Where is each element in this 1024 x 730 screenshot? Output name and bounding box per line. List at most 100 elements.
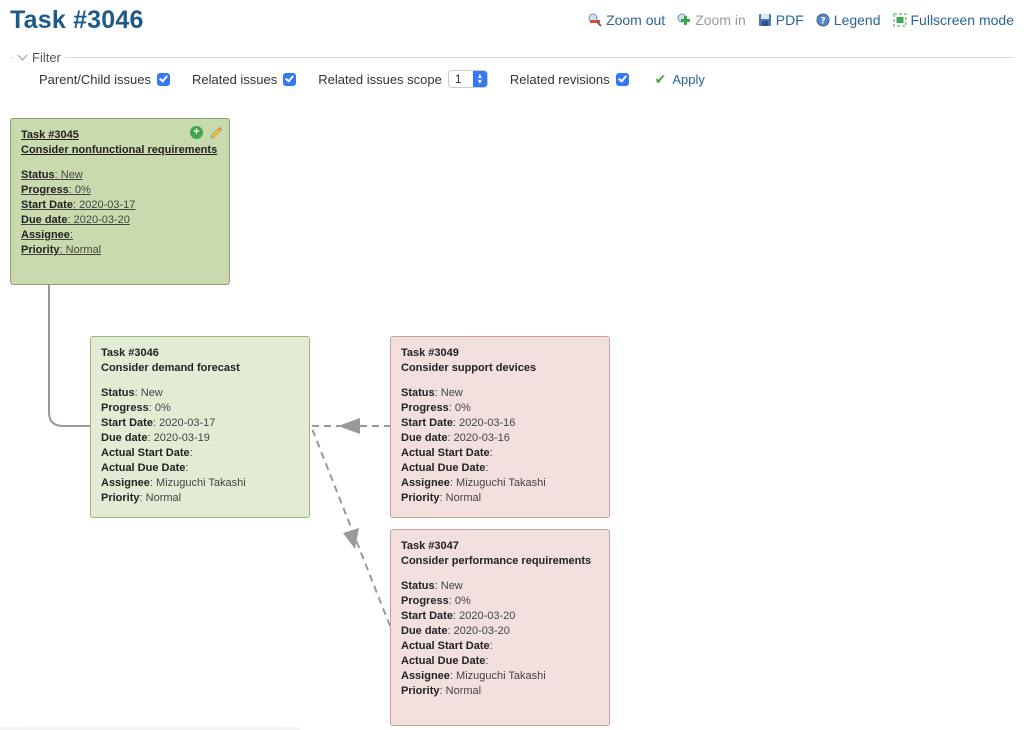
apply-label: Apply xyxy=(672,71,705,87)
node-status: Status: New xyxy=(401,580,463,592)
chevron-down-icon xyxy=(17,50,28,61)
related-issues-label: Related issues xyxy=(192,71,278,87)
issue-node-3045[interactable]: + Task #3045 Consider nonfunctional requ… xyxy=(10,118,230,285)
status-label: Status xyxy=(401,387,435,399)
svg-text:?: ? xyxy=(820,17,825,27)
zoom-out-icon xyxy=(588,13,602,27)
actual-start-label: Actual Start Date xyxy=(401,447,490,459)
start-date-value: 2020-03-17 xyxy=(79,199,136,211)
add-icon[interactable]: + xyxy=(190,126,203,139)
progress-label: Progress xyxy=(401,595,449,607)
due-date-label: Due date xyxy=(101,432,148,444)
node-assignee: Assignee: Mizuguchi Takashi xyxy=(401,477,546,489)
node-subject: Consider performance requirements xyxy=(401,555,592,567)
scope-select[interactable]: 1 ▴ ▾ xyxy=(447,70,488,88)
zoom-in-button[interactable]: Zoom in xyxy=(677,12,746,28)
fullscreen-button[interactable]: Fullscreen mode xyxy=(893,12,1015,28)
node-start-date: Start Date: 2020-03-20 xyxy=(401,610,516,622)
node-id: Task #3049 xyxy=(401,347,459,359)
start-date-label: Start Date xyxy=(401,610,453,622)
revisions-checkbox[interactable] xyxy=(615,72,629,86)
pdf-button[interactable]: PDF xyxy=(758,12,804,28)
due-date-label: Due date xyxy=(401,432,448,444)
progress-value: 0% xyxy=(454,595,471,607)
node-start-date: Start Date: 2020-03-17 xyxy=(101,417,216,429)
node-priority: Priority: Normal xyxy=(401,492,482,504)
select-arrows-icon: ▴ ▾ xyxy=(472,71,487,87)
node-due-date: Due date: 2020-03-20 xyxy=(21,214,130,226)
node-status: Status: New xyxy=(101,387,163,399)
scope-label: Related issues scope xyxy=(318,71,442,87)
due-date-value: 2020-03-20 xyxy=(73,214,130,226)
toolbar: Zoom out Zoom in PDF ? Legend Fullscreen… xyxy=(588,12,1014,28)
node-subject[interactable]: Consider nonfunctional requirements xyxy=(21,143,219,158)
node-progress: Progress: 0% xyxy=(101,402,171,414)
node-priority: Priority: Normal xyxy=(401,685,482,697)
zoom-out-button[interactable]: Zoom out xyxy=(588,12,665,28)
issue-node-3049[interactable]: Task #3049 Consider support devices Stat… xyxy=(390,336,610,518)
actual-start-label: Actual Start Date xyxy=(101,447,190,459)
legend-label: Legend xyxy=(833,12,881,28)
progress-value: 0% xyxy=(454,402,471,414)
legend-button[interactable]: ? Legend xyxy=(816,12,881,28)
node-subject: Consider support devices xyxy=(401,362,537,374)
page-title: Task #3046 xyxy=(10,6,144,34)
filter-header: Filter xyxy=(10,50,1014,65)
edge-arrow-3047 xyxy=(343,528,359,549)
related-issues-checkbox[interactable] xyxy=(283,72,297,86)
priority-value: Normal xyxy=(145,492,182,504)
node-progress: Progress: 0% xyxy=(21,184,91,196)
node-assignee: Assignee: Mizuguchi Takashi xyxy=(401,670,546,682)
progress-value: 0% xyxy=(74,184,91,196)
start-date-value: 2020-03-20 xyxy=(459,610,516,622)
actual-start-label: Actual Start Date xyxy=(401,640,490,652)
assignee-label: Assignee xyxy=(401,670,450,682)
start-date-value: 2020-03-16 xyxy=(459,417,516,429)
apply-button[interactable]: ✔ Apply xyxy=(655,71,705,88)
parent-child-checkbox[interactable] xyxy=(157,72,170,86)
filter-legend-label: Filter xyxy=(32,50,61,65)
parent-child-option: Parent/Child issues xyxy=(39,72,170,87)
pencil-icon[interactable] xyxy=(209,126,223,140)
fullscreen-label: Fullscreen mode xyxy=(910,12,1015,28)
issue-node-3047[interactable]: Task #3047 Consider performance requirem… xyxy=(390,529,610,726)
actual-due-label: Actual Due Date xyxy=(401,462,486,474)
due-date-label: Due date xyxy=(21,214,68,226)
node-id: Task #3046 xyxy=(101,347,159,359)
due-date-value: 2020-03-19 xyxy=(153,432,210,444)
scope-value: 1 xyxy=(454,72,462,86)
zoom-out-label: Zoom out xyxy=(606,12,666,28)
assignee-label: Assignee xyxy=(401,477,450,489)
edge-related-3047 xyxy=(310,425,391,627)
revisions-option: Related revisions xyxy=(510,72,629,87)
node-start-date: Start Date: 2020-03-16 xyxy=(401,417,516,429)
node-due-date: Due date: 2020-03-19 xyxy=(101,432,210,444)
progress-value: 0% xyxy=(154,402,171,414)
assignee-value: Mizuguchi Takashi xyxy=(456,670,546,682)
node-actual-start: Actual Start Date: xyxy=(101,447,193,459)
assignee-label: Assignee xyxy=(21,229,70,241)
node-progress: Progress: 0% xyxy=(401,595,471,607)
start-date-label: Start Date xyxy=(21,199,73,211)
scope-option: Related issues scope 1 ▴ ▾ xyxy=(318,70,488,88)
issue-node-3046[interactable]: Task #3046 Consider demand forecast Stat… xyxy=(90,336,310,518)
progress-label: Progress xyxy=(401,402,449,414)
progress-label: Progress xyxy=(21,184,69,196)
filter-toggle[interactable]: Filter xyxy=(13,50,65,65)
node-actual-due: Actual Due Date: xyxy=(101,462,189,474)
parent-child-label: Parent/Child issues xyxy=(39,71,151,87)
status-value: New xyxy=(140,387,163,399)
priority-label: Priority xyxy=(101,492,140,504)
priority-value: Normal xyxy=(65,244,102,256)
status-label: Status xyxy=(21,169,55,181)
zoom-in-label: Zoom in xyxy=(695,12,746,28)
node-due-date: Due date: 2020-03-16 xyxy=(401,432,510,444)
priority-label: Priority xyxy=(401,685,440,697)
node-priority: Priority: Normal xyxy=(101,492,182,504)
scroll-shadow xyxy=(0,724,300,730)
node-subject: Consider demand forecast xyxy=(101,362,240,374)
node-start-date: Start Date: 2020-03-17 xyxy=(21,199,136,211)
progress-label: Progress xyxy=(101,402,149,414)
status-label: Status xyxy=(401,580,435,592)
status-value: New xyxy=(60,169,83,181)
